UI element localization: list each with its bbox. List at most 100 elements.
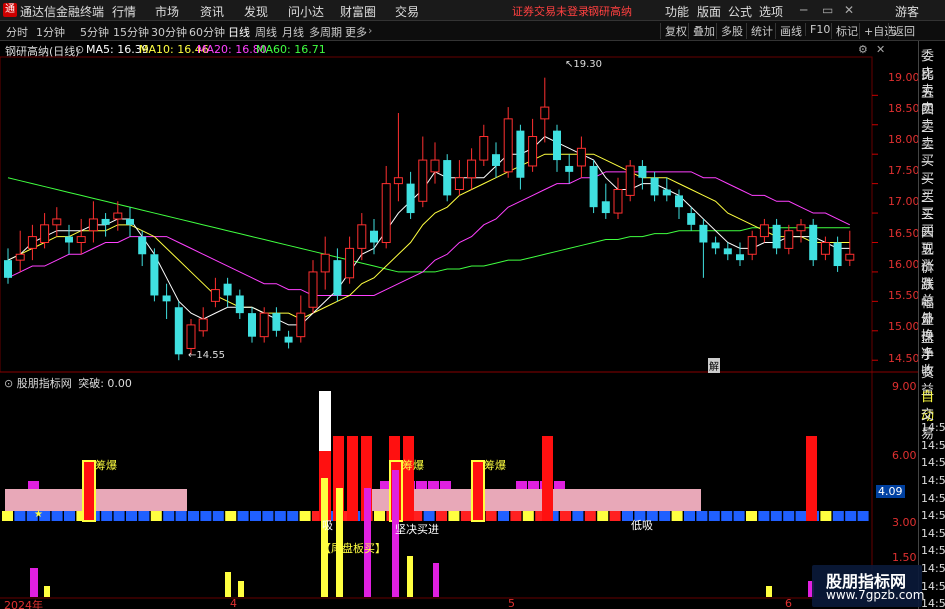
signal-cell bbox=[225, 511, 237, 521]
candle-body bbox=[333, 260, 342, 296]
signal-cell bbox=[708, 511, 720, 521]
candle-body bbox=[76, 236, 86, 243]
kline-chart[interactable]: ★ bbox=[0, 0, 918, 609]
signal-bar bbox=[403, 436, 414, 521]
signal-cell bbox=[522, 511, 534, 521]
candle-body bbox=[492, 154, 500, 166]
candle-body bbox=[589, 165, 598, 208]
signal-cell bbox=[274, 511, 286, 521]
candle-body bbox=[357, 224, 367, 249]
lower-bar bbox=[433, 563, 439, 597]
quote-panel-label[interactable]: 14:56 bbox=[921, 456, 945, 469]
collapse-icon[interactable]: ⊙ bbox=[4, 377, 13, 390]
lower-bar bbox=[225, 572, 231, 597]
chou-bao-marker bbox=[471, 460, 485, 522]
signal-cell bbox=[374, 511, 385, 521]
candle-body bbox=[52, 218, 62, 226]
candle-body bbox=[4, 260, 12, 278]
quote-panel-label[interactable]: 14:56 bbox=[921, 509, 945, 522]
lower-bar bbox=[238, 581, 244, 597]
candle-body bbox=[296, 312, 306, 338]
candle-body bbox=[613, 189, 623, 214]
candle-body bbox=[699, 224, 708, 243]
quote-panel-label[interactable]: 14:56 bbox=[921, 544, 945, 557]
signal-cell bbox=[560, 511, 571, 521]
lower-bar bbox=[44, 586, 50, 597]
candle-body bbox=[503, 118, 513, 173]
signal-tick bbox=[28, 481, 39, 489]
lower-bar bbox=[321, 478, 328, 597]
signal-cell bbox=[250, 511, 261, 521]
candle-body bbox=[467, 159, 477, 179]
axis-tick: 6.00 bbox=[892, 449, 917, 462]
candle-body bbox=[747, 236, 757, 255]
signal-cell bbox=[64, 511, 75, 521]
candle-body bbox=[320, 253, 330, 273]
quote-panel-label[interactable]: 14:56 bbox=[921, 474, 945, 487]
signal-tick bbox=[528, 481, 539, 489]
candle-body bbox=[565, 165, 574, 172]
quote-panel-label[interactable]: 14:56 bbox=[921, 597, 945, 609]
candle-body bbox=[272, 313, 281, 331]
signal-cell bbox=[188, 511, 199, 521]
candle-body bbox=[418, 159, 428, 202]
candle-body bbox=[479, 136, 489, 161]
signal-cell bbox=[212, 511, 224, 521]
candle-body bbox=[101, 218, 110, 225]
signal-cell bbox=[2, 511, 13, 521]
candle-body bbox=[687, 213, 696, 225]
xi-label: 吸 bbox=[322, 519, 333, 532]
star-icon: ★ bbox=[34, 509, 43, 520]
candle-body bbox=[223, 283, 232, 296]
signal-cell bbox=[126, 511, 137, 521]
signal-cell bbox=[597, 511, 609, 521]
signal-cell bbox=[572, 511, 584, 521]
candle-body bbox=[638, 165, 647, 178]
quote-panel-label[interactable]: 14:56 bbox=[921, 439, 945, 452]
quote-panel-label[interactable]: 14:56 bbox=[921, 421, 945, 434]
candle-body bbox=[113, 212, 123, 220]
watermark-url: www.7gpzb.com bbox=[826, 588, 925, 602]
ma20-line bbox=[7, 171, 851, 296]
signal-cell bbox=[783, 511, 795, 521]
upper-pane-border bbox=[0, 56, 873, 373]
chou-bao-label: 筹爆 bbox=[484, 459, 506, 472]
quote-panel-label[interactable]: 14:56 bbox=[921, 527, 945, 540]
signal-cell bbox=[845, 511, 857, 521]
candle-body bbox=[430, 159, 440, 173]
unlock-badge[interactable]: 解 bbox=[708, 358, 720, 373]
candle-body bbox=[820, 241, 830, 255]
quote-panel-label[interactable]: 14:56 bbox=[921, 562, 945, 575]
signal-cell bbox=[51, 511, 63, 521]
signal-cell bbox=[485, 511, 497, 521]
chou-bao-label: 筹爆 bbox=[95, 459, 117, 472]
signal-cell bbox=[733, 511, 745, 521]
date-tick: 2024年 bbox=[4, 599, 43, 609]
signal-tick bbox=[440, 481, 451, 489]
candle-body bbox=[27, 236, 37, 249]
candle-body bbox=[138, 236, 147, 255]
signal-cell bbox=[436, 511, 447, 521]
axis-tick: 17.00 bbox=[888, 195, 920, 208]
candle-body bbox=[516, 130, 525, 178]
di-xi-label: 低吸 bbox=[631, 519, 653, 532]
candle-body bbox=[88, 218, 98, 232]
signal-cell bbox=[510, 511, 522, 521]
candle-body bbox=[248, 313, 256, 337]
signal-cell bbox=[287, 511, 299, 521]
signal-peak bbox=[319, 391, 331, 451]
axis-tick: 16.50 bbox=[888, 227, 920, 240]
axis-tick: 17.50 bbox=[888, 164, 920, 177]
axis-tick: 19.00 bbox=[888, 71, 920, 84]
signal-cell bbox=[498, 511, 509, 521]
signal-cell bbox=[448, 511, 460, 521]
candle-body bbox=[345, 247, 355, 279]
signal-cell bbox=[262, 511, 274, 521]
chou-bao-marker bbox=[82, 460, 96, 522]
quote-panel-label[interactable]: 14:56 bbox=[921, 492, 945, 505]
quote-panel-label[interactable]: 14:56 bbox=[921, 580, 945, 593]
candle-body bbox=[40, 224, 50, 243]
signal-band bbox=[368, 489, 701, 511]
signal-cell bbox=[237, 511, 249, 521]
candle-body bbox=[162, 295, 171, 302]
